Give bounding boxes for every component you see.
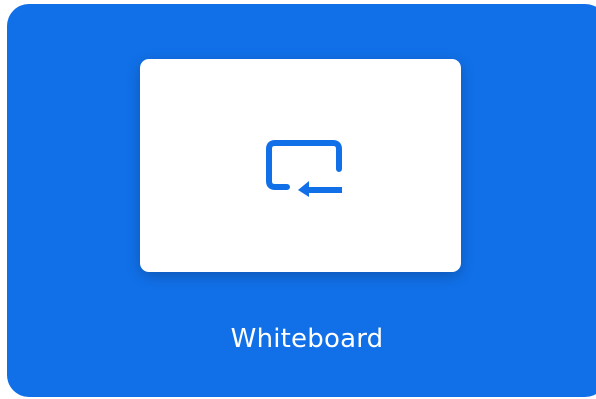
whiteboard-label: Whiteboard <box>230 324 384 354</box>
whiteboard-tile[interactable]: Whiteboard <box>7 4 596 397</box>
